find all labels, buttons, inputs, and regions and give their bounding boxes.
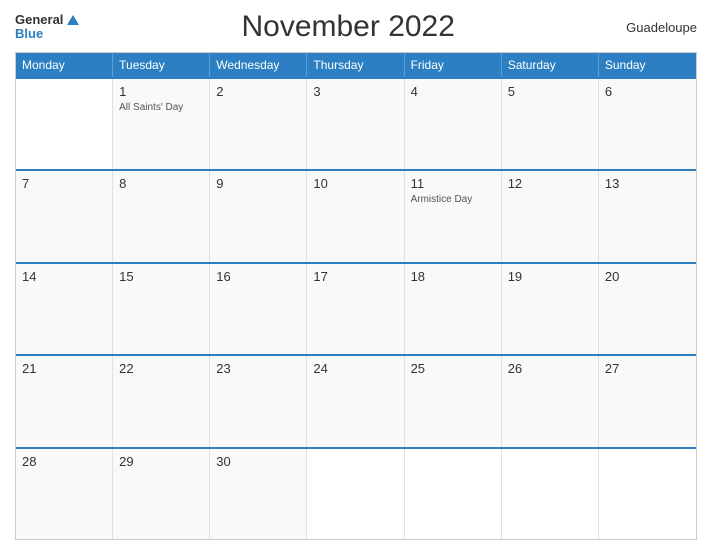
weeks-container: 1All Saints' Day234567891011Armistice Da… bbox=[16, 77, 696, 539]
cell-w5-d6 bbox=[502, 449, 599, 539]
cell-day-number: 3 bbox=[313, 84, 397, 99]
logo-triangle-icon bbox=[67, 15, 79, 25]
calendar-page: General Blue November 2022 Guadeloupe Mo… bbox=[0, 0, 712, 550]
cell-day-number: 27 bbox=[605, 361, 690, 376]
cell-w3-d6: 19 bbox=[502, 264, 599, 354]
week-row-4: 21 22 23 24 25 26 27 bbox=[16, 354, 696, 446]
cell-w5-d5 bbox=[405, 449, 502, 539]
days-header: Monday Tuesday Wednesday Thursday Friday… bbox=[16, 53, 696, 77]
cell-day-number: 7 bbox=[22, 176, 106, 191]
cell-w3-d3: 16 bbox=[210, 264, 307, 354]
cell-w3-d5: 18 bbox=[405, 264, 502, 354]
cell-day-number: 1 bbox=[119, 84, 203, 99]
cell-w2-d3: 9 bbox=[210, 171, 307, 261]
cell-w2-d2: 8 bbox=[113, 171, 210, 261]
col-friday: Friday bbox=[405, 53, 502, 77]
cell-day-number: 14 bbox=[22, 269, 106, 284]
cell-w5-d1: 28 bbox=[16, 449, 113, 539]
calendar-title: November 2022 bbox=[79, 10, 617, 44]
cell-w1-d1 bbox=[16, 79, 113, 169]
cell-day-number: 13 bbox=[605, 176, 690, 191]
cell-w1-d3: 2 bbox=[210, 79, 307, 169]
week-row-1: 1 All Saints' Day 23456 bbox=[16, 77, 696, 169]
cell-day-number: 19 bbox=[508, 269, 592, 284]
cell-day-number: 9 bbox=[216, 176, 300, 191]
cell-w4-d3: 23 bbox=[210, 356, 307, 446]
cell-day-number: 20 bbox=[605, 269, 690, 284]
cell-w1-d2: 1 All Saints' Day bbox=[113, 79, 210, 169]
cell-day-number: 22 bbox=[119, 361, 203, 376]
week-row-5: 28 29 30 bbox=[16, 447, 696, 539]
cell-event-label: Armistice Day bbox=[411, 193, 495, 206]
cell-day-number: 26 bbox=[508, 361, 592, 376]
week-row-2: 789 10 11 Armistice Day 12 13 bbox=[16, 169, 696, 261]
cell-w4-d2: 22 bbox=[113, 356, 210, 446]
cell-w2-d1: 7 bbox=[16, 171, 113, 261]
cell-w4-d6: 26 bbox=[502, 356, 599, 446]
cell-day-number: 16 bbox=[216, 269, 300, 284]
cell-day-number: 5 bbox=[508, 84, 592, 99]
cell-day-number: 24 bbox=[313, 361, 397, 376]
col-thursday: Thursday bbox=[307, 53, 404, 77]
logo-general-text: General bbox=[15, 13, 79, 27]
cell-w2-d4: 10 bbox=[307, 171, 404, 261]
cell-w3-d4: 17 bbox=[307, 264, 404, 354]
cell-w3-d7: 20 bbox=[599, 264, 696, 354]
cell-w1-d7: 6 bbox=[599, 79, 696, 169]
cell-w4-d5: 25 bbox=[405, 356, 502, 446]
cell-day-number: 6 bbox=[605, 84, 690, 99]
logo: General Blue bbox=[15, 13, 79, 42]
col-monday: Monday bbox=[16, 53, 113, 77]
cell-day-number: 12 bbox=[508, 176, 592, 191]
cell-w1-d4: 3 bbox=[307, 79, 404, 169]
cell-w4-d7: 27 bbox=[599, 356, 696, 446]
cell-day-number: 18 bbox=[411, 269, 495, 284]
cell-day-number: 21 bbox=[22, 361, 106, 376]
cell-event-label: All Saints' Day bbox=[119, 101, 203, 114]
cell-day-number: 10 bbox=[313, 176, 397, 191]
week-row-3: 14 15 16 17 18 19 20 bbox=[16, 262, 696, 354]
logo-blue-text: Blue bbox=[15, 27, 79, 41]
col-wednesday: Wednesday bbox=[210, 53, 307, 77]
cell-w2-d7: 13 bbox=[599, 171, 696, 261]
cell-w3-d2: 15 bbox=[113, 264, 210, 354]
col-sunday: Sunday bbox=[599, 53, 696, 77]
cell-day-number: 15 bbox=[119, 269, 203, 284]
cell-w4-d1: 21 bbox=[16, 356, 113, 446]
cell-w1-d5: 4 bbox=[405, 79, 502, 169]
header: General Blue November 2022 Guadeloupe bbox=[15, 10, 697, 44]
cell-day-number: 17 bbox=[313, 269, 397, 284]
cell-day-number: 23 bbox=[216, 361, 300, 376]
calendar-grid: Monday Tuesday Wednesday Thursday Friday… bbox=[15, 52, 697, 540]
cell-w4-d4: 24 bbox=[307, 356, 404, 446]
cell-day-number: 29 bbox=[119, 454, 203, 469]
cell-w5-d3: 30 bbox=[210, 449, 307, 539]
cell-w5-d4 bbox=[307, 449, 404, 539]
cell-day-number: 2 bbox=[216, 84, 300, 99]
cell-day-number: 4 bbox=[411, 84, 495, 99]
col-saturday: Saturday bbox=[502, 53, 599, 77]
cell-w2-d6: 12 bbox=[502, 171, 599, 261]
cell-w5-d7 bbox=[599, 449, 696, 539]
cell-w5-d2: 29 bbox=[113, 449, 210, 539]
cell-day-number: 25 bbox=[411, 361, 495, 376]
cell-day-number: 30 bbox=[216, 454, 300, 469]
cell-day-number: 28 bbox=[22, 454, 106, 469]
cell-w3-d1: 14 bbox=[16, 264, 113, 354]
cell-day-number: 11 bbox=[411, 176, 495, 191]
country-label: Guadeloupe bbox=[617, 20, 697, 35]
cell-w1-d6: 5 bbox=[502, 79, 599, 169]
cell-w2-d5: 11 Armistice Day bbox=[405, 171, 502, 261]
cell-day-number: 8 bbox=[119, 176, 203, 191]
col-tuesday: Tuesday bbox=[113, 53, 210, 77]
